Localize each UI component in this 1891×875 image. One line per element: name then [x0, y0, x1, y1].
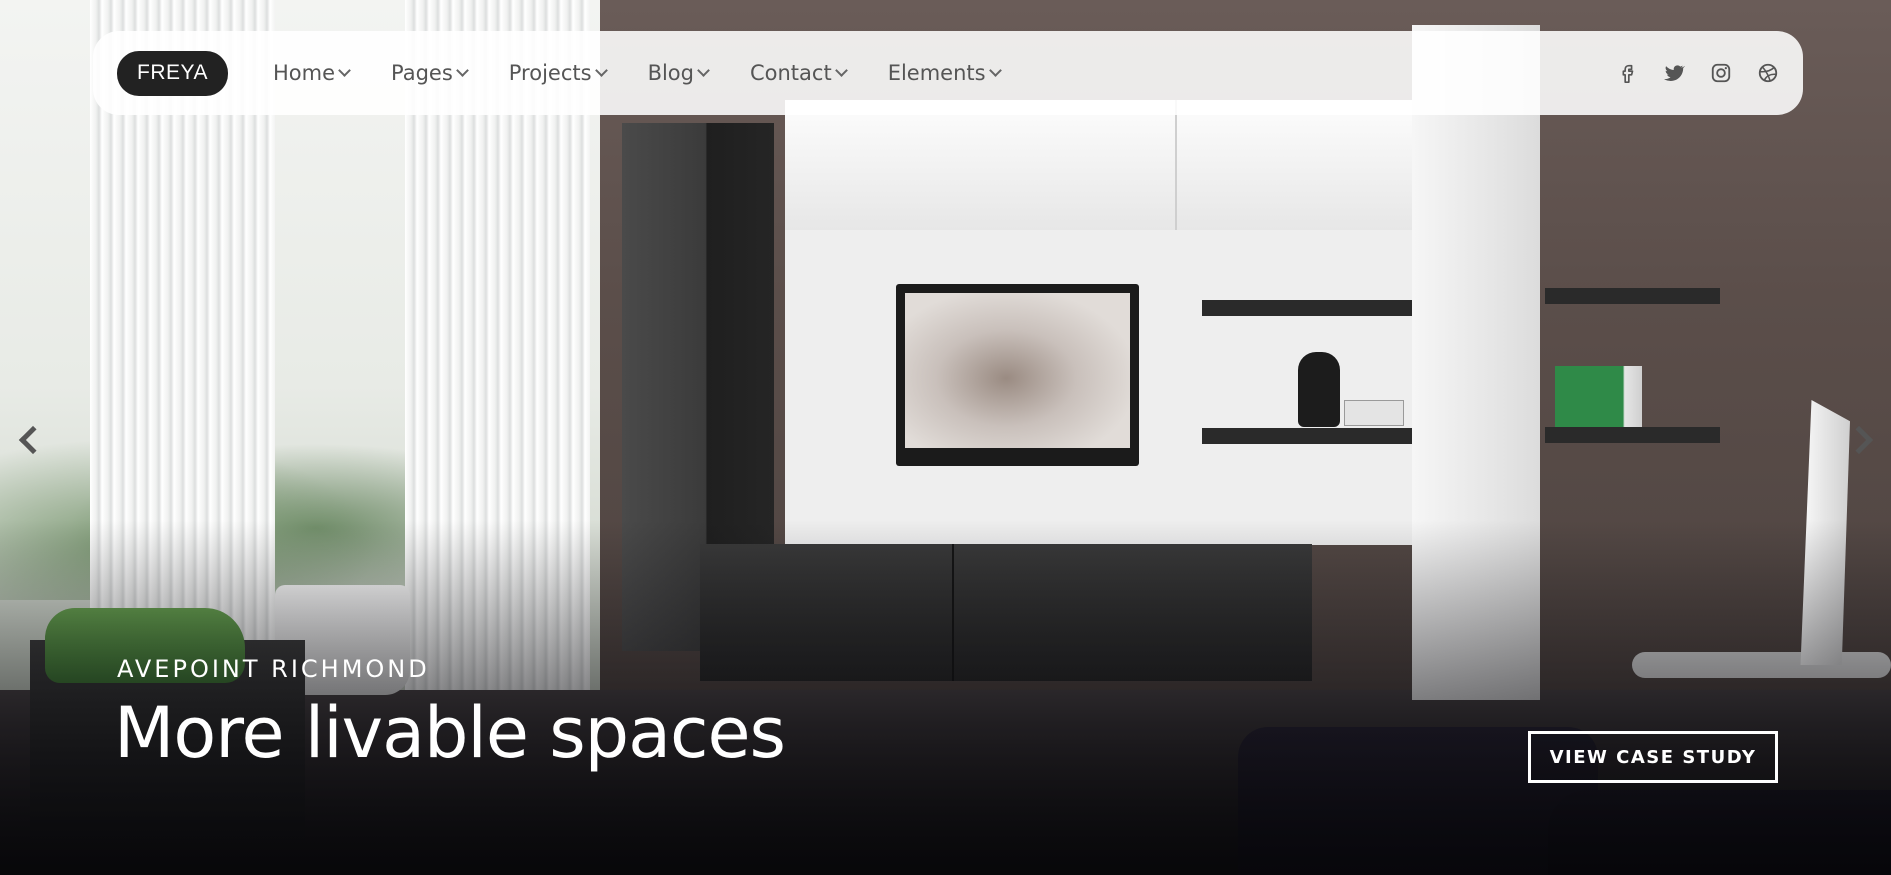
dribbble-icon[interactable]	[1754, 60, 1781, 87]
view-case-study-button[interactable]: VIEW CASE STUDY	[1528, 731, 1778, 783]
shelf	[1545, 427, 1720, 443]
top-cabinet	[785, 100, 1425, 230]
main-navbar: FREYA Home Pages Projects Blog Contact E…	[93, 31, 1803, 115]
shelf	[1202, 428, 1412, 444]
twitter-icon[interactable]	[1660, 60, 1687, 87]
previous-slide-arrow[interactable]	[14, 420, 48, 460]
shelf	[1545, 288, 1720, 304]
speaker	[1298, 352, 1340, 427]
chevron-down-icon	[988, 63, 1002, 77]
instagram-icon[interactable]	[1707, 60, 1734, 87]
books	[1555, 366, 1642, 427]
slide-subtitle: AVEPOINT RICHMOND	[117, 655, 430, 683]
chevron-down-icon	[338, 63, 351, 77]
nav-item-label: Pages	[390, 61, 453, 85]
nav-item-elements[interactable]: Elements	[867, 61, 1021, 85]
next-slide-arrow[interactable]	[1844, 420, 1878, 460]
chevron-down-icon	[834, 63, 848, 77]
nav-item-label: Projects	[508, 61, 592, 85]
chevron-down-icon	[455, 63, 469, 77]
nav-item-label: Contact	[749, 61, 832, 85]
chevron-down-icon	[594, 63, 608, 77]
amplifier	[1344, 400, 1404, 426]
facebook-icon[interactable]	[1613, 60, 1640, 87]
nav-menu: Home Pages Projects Blog Contact Element…	[252, 61, 1021, 85]
social-links	[1613, 60, 1781, 87]
slide-title: More livable spaces	[114, 692, 786, 774]
nav-item-pages[interactable]: Pages	[370, 61, 488, 85]
nav-item-home[interactable]: Home	[252, 61, 370, 85]
chevron-down-icon	[697, 63, 710, 77]
tv-screen	[905, 293, 1130, 448]
nav-item-blog[interactable]: Blog	[627, 61, 729, 85]
nav-item-label: Home	[272, 61, 335, 85]
television	[896, 284, 1139, 466]
site-logo[interactable]: FREYA	[117, 50, 228, 96]
chevron-right-icon	[1844, 425, 1874, 455]
nav-item-contact[interactable]: Contact	[729, 61, 867, 85]
nav-item-label: Elements	[887, 61, 986, 85]
shelf	[1202, 300, 1412, 316]
nav-item-label: Blog	[647, 61, 694, 85]
chevron-left-icon	[18, 425, 48, 455]
nav-item-projects[interactable]: Projects	[488, 61, 627, 85]
